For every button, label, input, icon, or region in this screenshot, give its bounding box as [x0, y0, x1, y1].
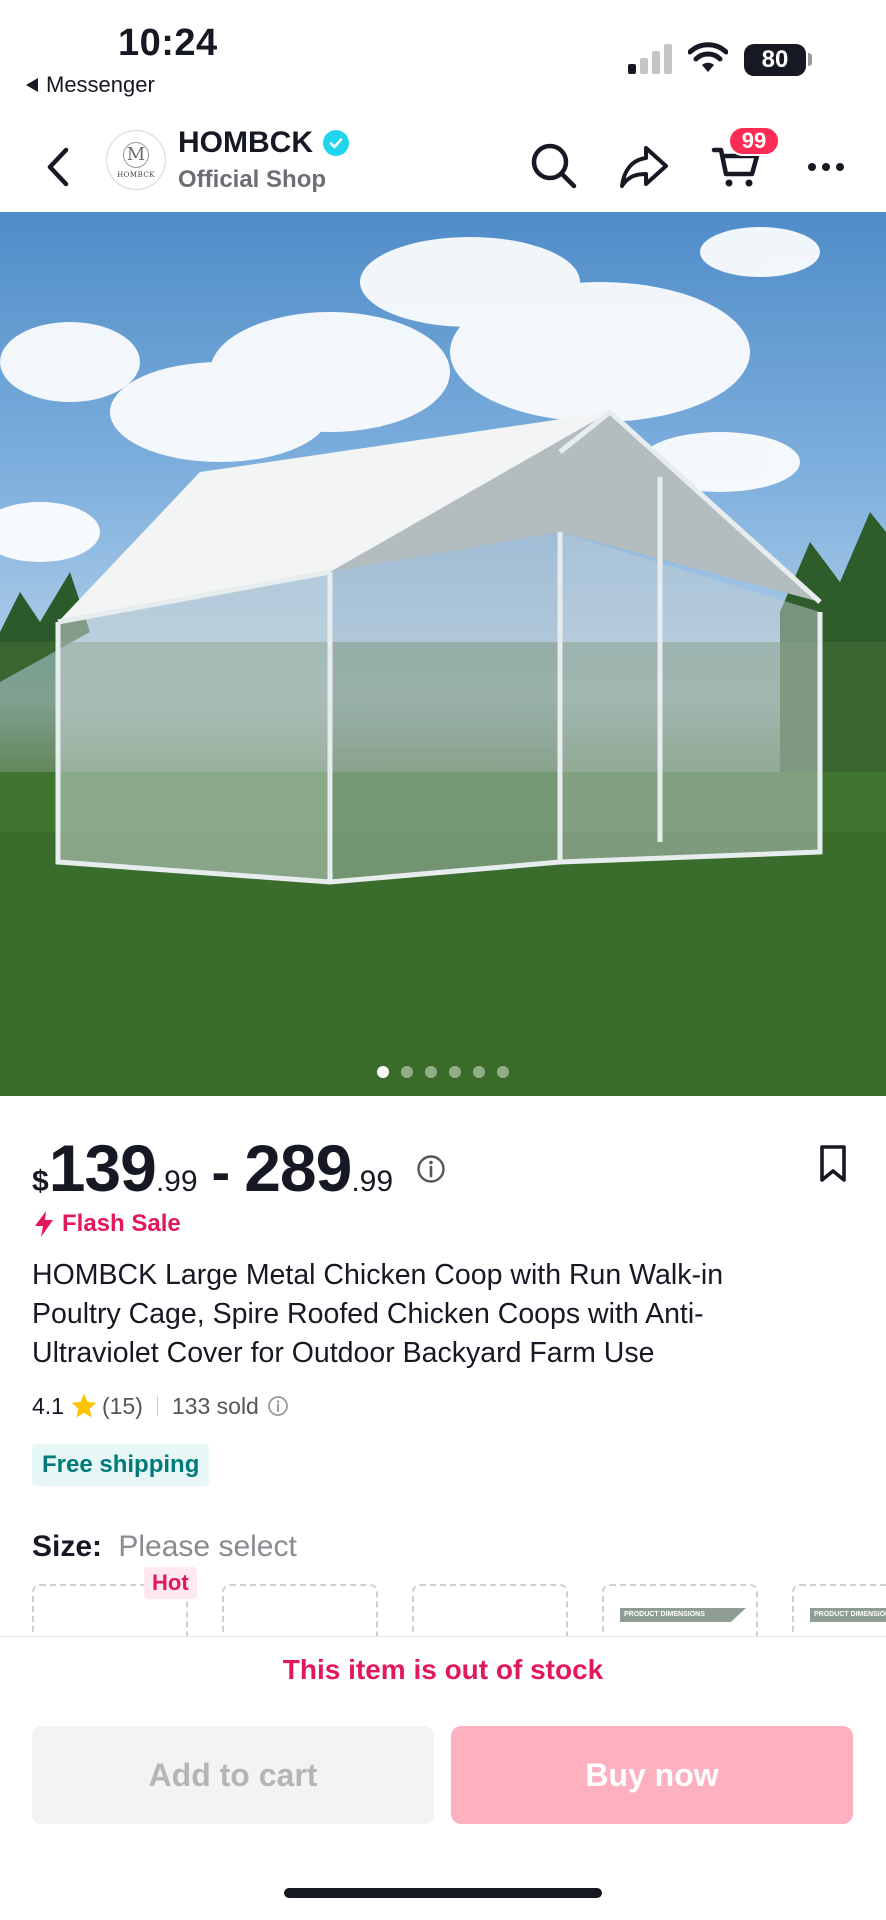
battery-indicator: 80 [744, 44, 806, 76]
sold-count: 133 sold [171, 1392, 259, 1419]
cellular-signal-icon [628, 44, 672, 74]
more-options-icon[interactable] [800, 140, 852, 192]
shop-logo[interactable]: M HOMBCK [106, 130, 166, 190]
back-arrow-icon[interactable] [38, 144, 78, 190]
review-count: (15) [101, 1392, 143, 1419]
back-app-label: Messenger [46, 72, 155, 97]
search-icon[interactable] [528, 140, 580, 192]
size-variant-option[interactable]: PRODUCT DIMENSIONS [792, 1584, 886, 1636]
clock: 10:24 [118, 22, 218, 64]
price-low-cents: .99 [155, 1165, 198, 1198]
chicken-coop-photo [0, 227, 886, 1096]
wifi-icon [688, 42, 728, 72]
gallery-dot [401, 1066, 413, 1078]
size-selector[interactable]: Size: Please select [32, 1530, 297, 1564]
rating-row[interactable]: 4.1 (15) 133 sold [32, 1392, 289, 1420]
shop-name-label: HOMBCK [178, 126, 313, 159]
product-image-gallery[interactable] [0, 212, 886, 1096]
free-shipping-badge: Free shipping [32, 1444, 210, 1486]
shop-logo-text: HOMBCK [117, 170, 155, 179]
shop-name[interactable]: HOMBCK [178, 126, 349, 160]
gallery-dot [425, 1066, 437, 1078]
status-bar: 10:24 Messenger 80 [0, 0, 886, 110]
home-indicator[interactable] [284, 1888, 602, 1898]
bookmark-icon[interactable] [818, 1144, 848, 1184]
shop-subtitle: Official Shop [178, 166, 327, 193]
rating-value: 4.1 [32, 1392, 64, 1419]
size-variant-option[interactable] [222, 1584, 378, 1636]
size-variant-option[interactable]: PRODUCT DIMENSIONS [602, 1584, 758, 1636]
price-range: $ 139 .99 - 289 .99 [32, 1130, 393, 1206]
sold-info-icon[interactable] [267, 1395, 289, 1417]
verified-badge-icon [323, 130, 349, 156]
price-info-icon[interactable] [416, 1154, 446, 1184]
price-separator: - [211, 1140, 231, 1203]
flash-sale-label: Flash Sale [34, 1210, 181, 1238]
cart-count-badge: 99 [728, 126, 780, 156]
price-high-whole: 289 [244, 1131, 352, 1205]
back-triangle-icon [26, 78, 38, 92]
shop-logo-monogram: M [123, 141, 149, 168]
gallery-dot [377, 1066, 389, 1078]
back-to-app-link[interactable]: Messenger [26, 72, 155, 98]
divider [156, 1396, 158, 1416]
lightning-icon [35, 1211, 53, 1237]
gallery-dot [449, 1066, 461, 1078]
out-of-stock-notice: This item is out of stock [282, 1654, 604, 1685]
gallery-dot [473, 1066, 485, 1078]
size-variant-option[interactable] [412, 1584, 568, 1636]
star-icon [71, 1393, 97, 1418]
gallery-dot [497, 1066, 509, 1078]
variant-thumbnail-label: PRODUCT DIMENSIONS [620, 1608, 746, 1622]
share-icon[interactable] [618, 140, 670, 192]
add-to-cart-button[interactable]: Add to cart [32, 1726, 434, 1824]
hot-badge: Hot [144, 1567, 197, 1599]
battery-tip [808, 53, 812, 66]
gallery-pagination [0, 1066, 886, 1078]
flash-sale-text: Flash Sale [62, 1210, 181, 1237]
size-label: Size: [32, 1530, 103, 1563]
product-title: HOMBCK Large Metal Chicken Coop with Run… [32, 1259, 724, 1369]
price-high-cents: .99 [351, 1165, 394, 1198]
price-low-whole: 139 [48, 1131, 157, 1205]
variant-thumbnail-label: PRODUCT DIMENSIONS [810, 1608, 886, 1622]
size-value: Please select [118, 1530, 297, 1563]
buy-now-button[interactable]: Buy now [451, 1726, 853, 1824]
price-currency: $ [32, 1165, 49, 1198]
